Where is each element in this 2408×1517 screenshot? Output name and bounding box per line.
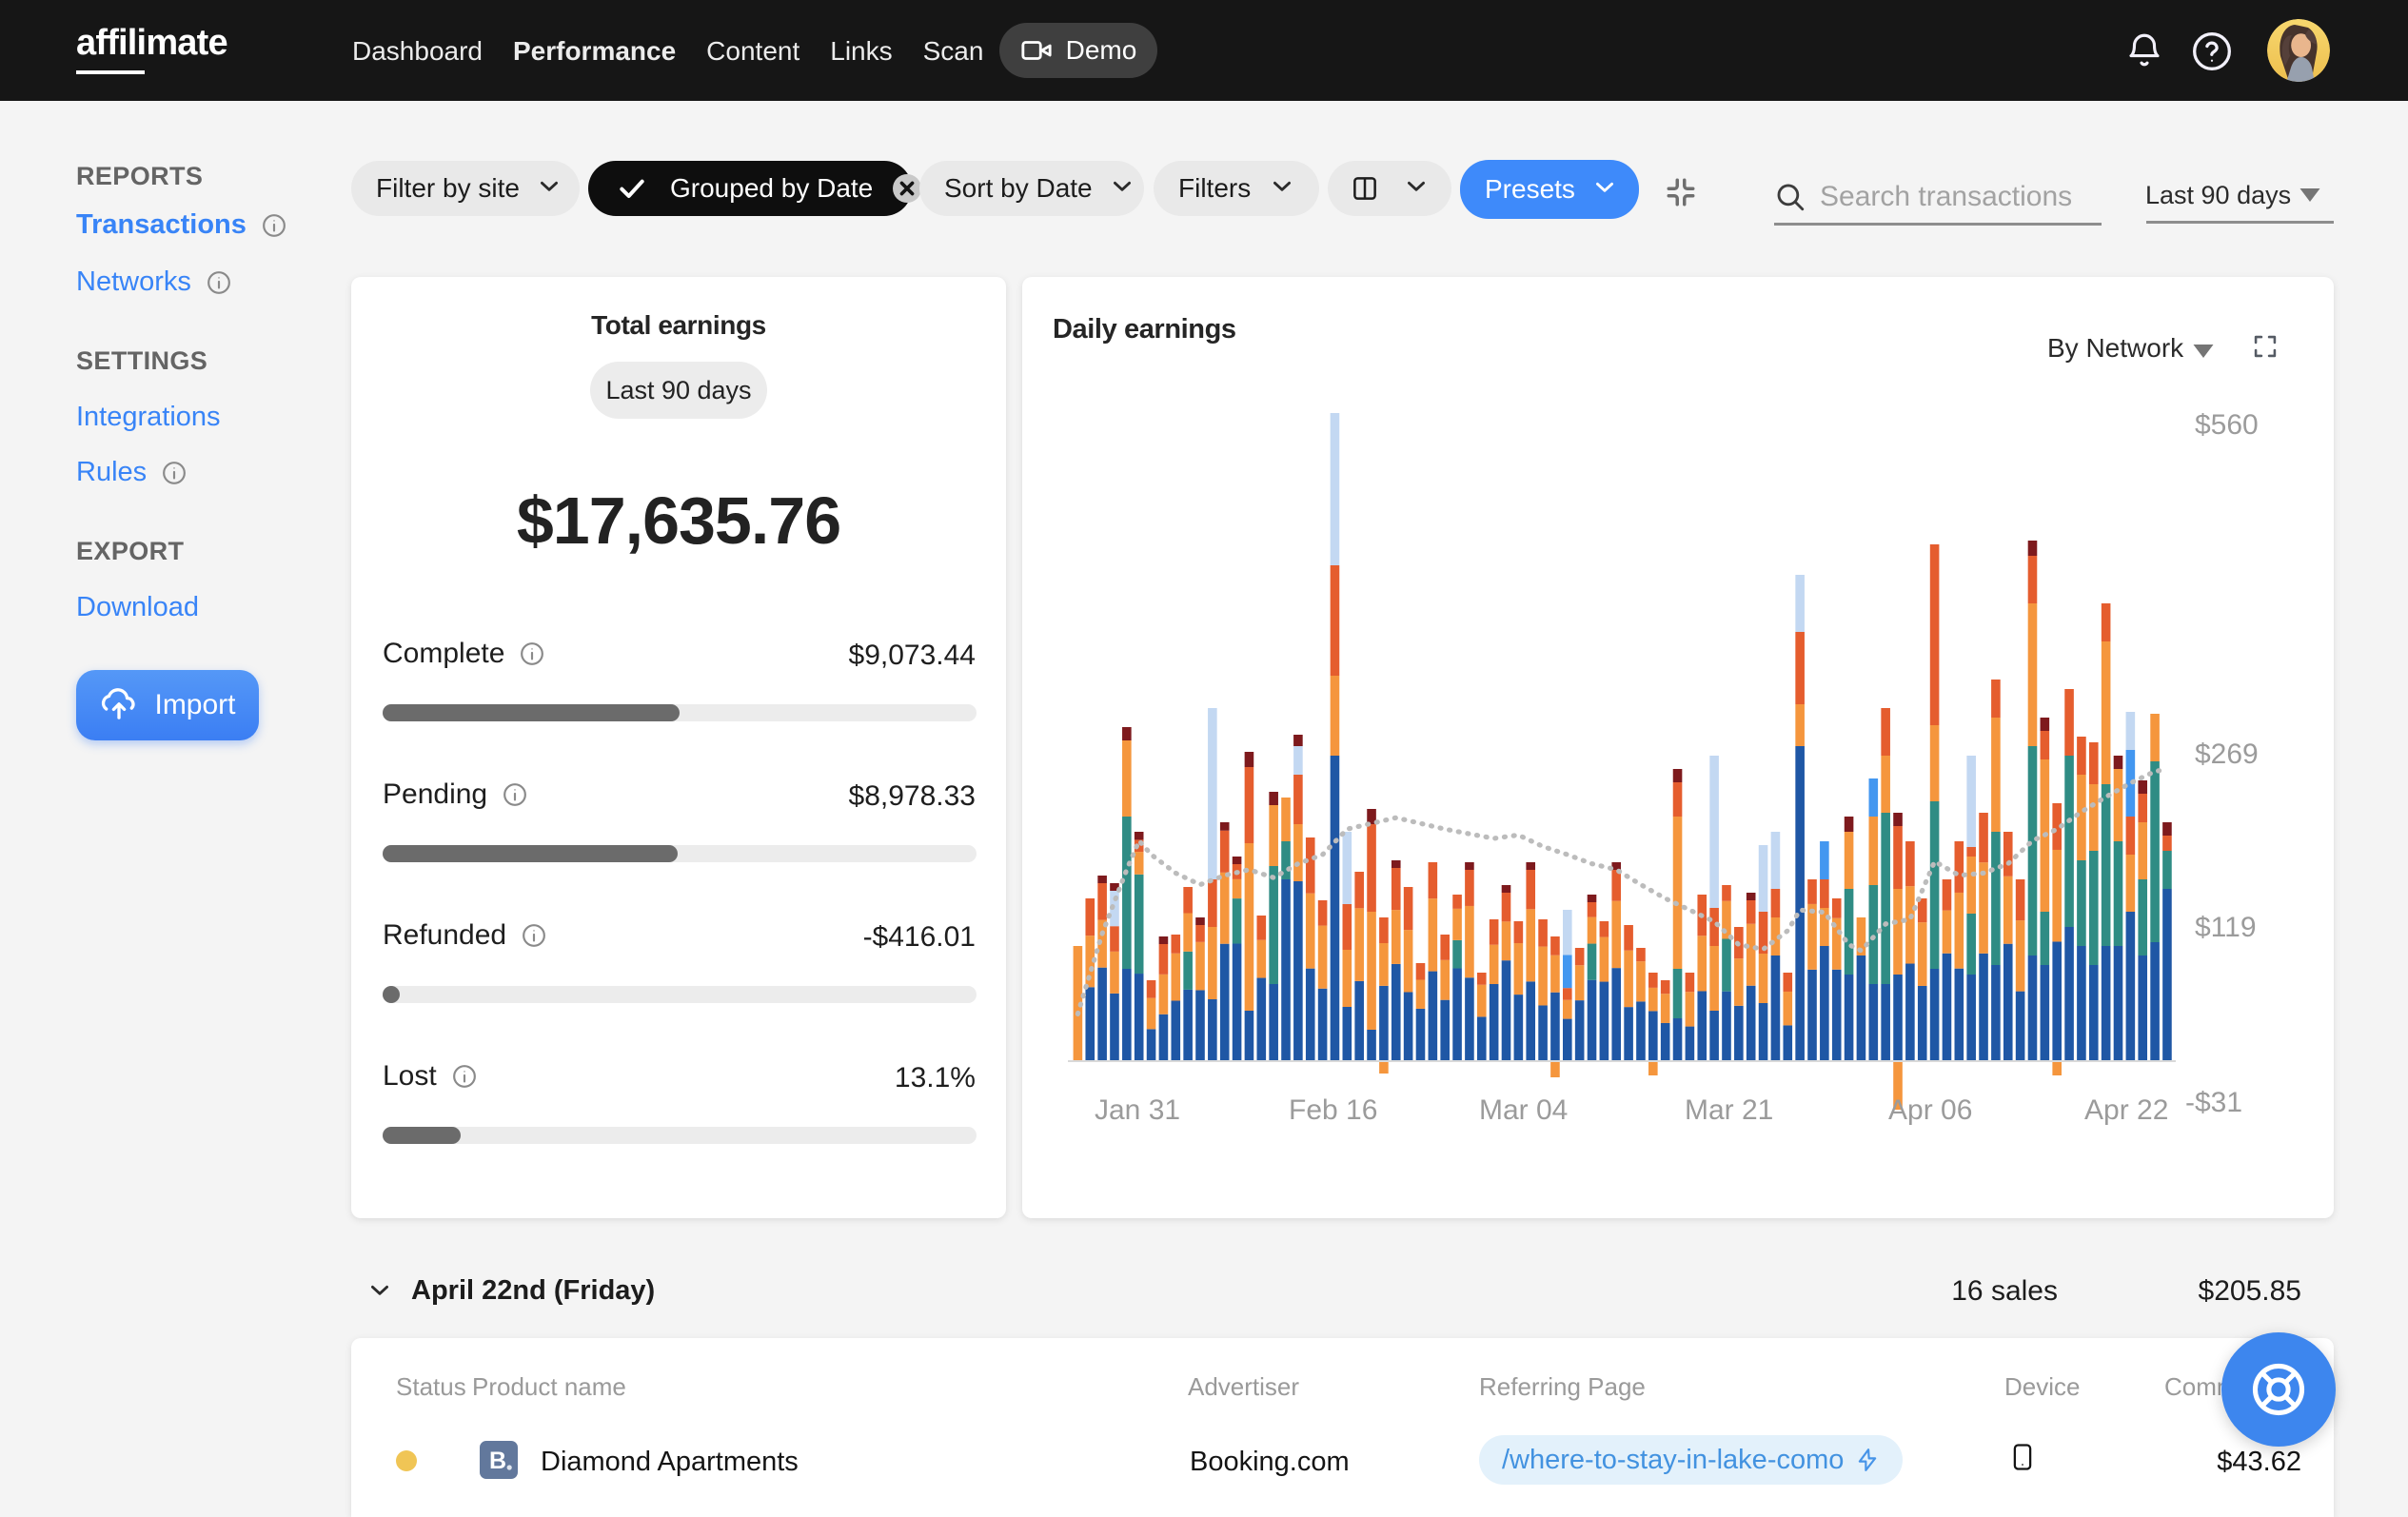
svg-text:B: B — [489, 1448, 506, 1474]
